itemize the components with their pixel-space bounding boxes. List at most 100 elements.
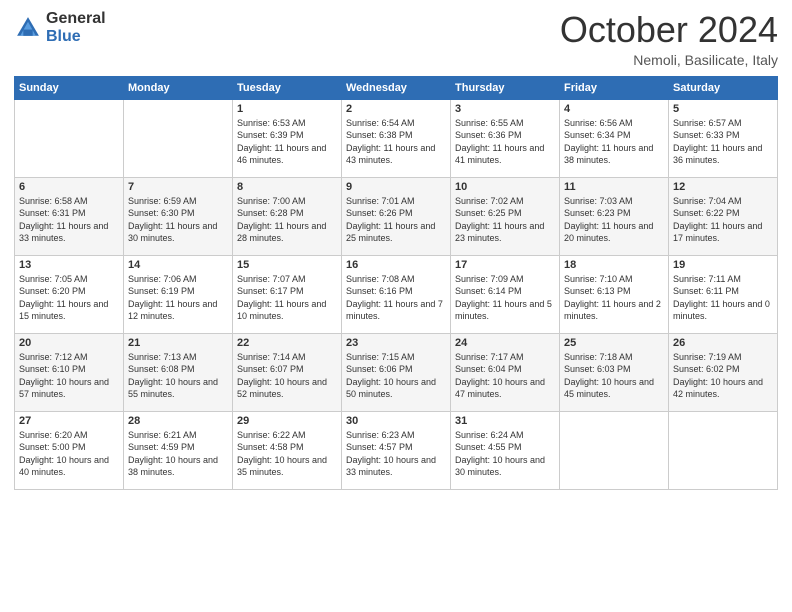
cell-content: Sunrise: 7:08 AMSunset: 6:16 PMDaylight:…: [346, 273, 446, 323]
cell-content: Sunrise: 7:15 AMSunset: 6:06 PMDaylight:…: [346, 351, 446, 401]
logo-general: General: [46, 10, 106, 28]
cell-2-4: 17 Sunrise: 7:09 AMSunset: 6:14 PMDayligh…: [451, 255, 560, 333]
cell-content: Sunrise: 7:00 AMSunset: 6:28 PMDaylight:…: [237, 195, 337, 245]
cell-0-5: 4 Sunrise: 6:56 AMSunset: 6:34 PMDaylight…: [560, 99, 669, 177]
cell-content: Sunrise: 6:57 AMSunset: 6:33 PMDaylight:…: [673, 117, 773, 167]
cell-0-4: 3 Sunrise: 6:55 AMSunset: 6:36 PMDaylight…: [451, 99, 560, 177]
cell-4-3: 30 Sunrise: 6:23 AMSunset: 4:57 PMDayligh…: [342, 411, 451, 489]
cell-2-0: 13 Sunrise: 7:05 AMSunset: 6:20 PMDayligh…: [15, 255, 124, 333]
col-saturday: Saturday: [669, 76, 778, 99]
cell-2-6: 19 Sunrise: 7:11 AMSunset: 6:11 PMDayligh…: [669, 255, 778, 333]
cell-content: Sunrise: 6:24 AMSunset: 4:55 PMDaylight:…: [455, 429, 555, 479]
day-number: 24: [455, 337, 555, 349]
cell-content: Sunrise: 6:20 AMSunset: 5:00 PMDaylight:…: [19, 429, 119, 479]
day-number: 6: [19, 181, 119, 193]
col-wednesday: Wednesday: [342, 76, 451, 99]
calendar-header: Sunday Monday Tuesday Wednesday Thursday…: [15, 76, 778, 99]
calendar-body: 1 Sunrise: 6:53 AMSunset: 6:39 PMDaylight…: [15, 99, 778, 489]
logo-text: General Blue: [46, 10, 106, 45]
day-number: 3: [455, 103, 555, 115]
col-sunday: Sunday: [15, 76, 124, 99]
day-number: 2: [346, 103, 446, 115]
cell-content: Sunrise: 7:09 AMSunset: 6:14 PMDaylight:…: [455, 273, 555, 323]
day-number: 26: [673, 337, 773, 349]
cell-content: Sunrise: 7:04 AMSunset: 6:22 PMDaylight:…: [673, 195, 773, 245]
week-row-1: 6Sunrise: 6:58 AMSunset: 6:31 PMDaylight…: [15, 177, 778, 255]
cell-content: Sunrise: 7:10 AMSunset: 6:13 PMDaylight:…: [564, 273, 664, 323]
day-number: 22: [237, 337, 337, 349]
cell-content: Sunrise: 6:53 AMSunset: 6:39 PMDaylight:…: [237, 117, 337, 167]
cell-content: Sunrise: 6:56 AMSunset: 6:34 PMDaylight:…: [564, 117, 664, 167]
title-month: October 2024: [560, 10, 778, 50]
header: General Blue October 2024 Nemoli, Basili…: [14, 10, 778, 68]
title-block: October 2024 Nemoli, Basilicate, Italy: [560, 10, 778, 68]
cell-4-2: 29 Sunrise: 6:22 AMSunset: 4:58 PMDayligh…: [233, 411, 342, 489]
day-number: 5: [673, 103, 773, 115]
day-number: 15: [237, 259, 337, 271]
cell-4-5: [560, 411, 669, 489]
cell-1-2: 8 Sunrise: 7:00 AMSunset: 6:28 PMDaylight…: [233, 177, 342, 255]
cell-3-0: 20 Sunrise: 7:12 AMSunset: 6:10 PMDayligh…: [15, 333, 124, 411]
cell-content: Sunrise: 6:55 AMSunset: 6:36 PMDaylight:…: [455, 117, 555, 167]
cell-3-1: 21Sunrise: 7:13 AMSunset: 6:08 PMDayligh…: [124, 333, 233, 411]
cell-3-2: 22 Sunrise: 7:14 AMSunset: 6:07 PMDayligh…: [233, 333, 342, 411]
cell-content: Sunrise: 6:23 AMSunset: 4:57 PMDaylight:…: [346, 429, 446, 479]
cell-2-5: 18 Sunrise: 7:10 AMSunset: 6:13 PMDayligh…: [560, 255, 669, 333]
cell-2-3: 16 Sunrise: 7:08 AMSunset: 6:16 PMDayligh…: [342, 255, 451, 333]
day-number: 17: [455, 259, 555, 271]
day-number: 18: [564, 259, 664, 271]
cell-1-5: 11 Sunrise: 7:03 AMSunset: 6:23 PMDayligh…: [560, 177, 669, 255]
day-number: 1: [237, 103, 337, 115]
cell-0-6: 5 Sunrise: 6:57 AMSunset: 6:33 PMDaylight…: [669, 99, 778, 177]
week-row-2: 13 Sunrise: 7:05 AMSunset: 6:20 PMDayligh…: [15, 255, 778, 333]
cell-content: Sunrise: 7:02 AMSunset: 6:25 PMDaylight:…: [455, 195, 555, 245]
day-number: 9: [346, 181, 446, 193]
title-location: Nemoli, Basilicate, Italy: [560, 52, 778, 68]
day-number: 31: [455, 415, 555, 427]
day-number: 27: [19, 415, 119, 427]
cell-1-1: 7Sunrise: 6:59 AMSunset: 6:30 PMDaylight…: [124, 177, 233, 255]
cell-content: Sunrise: 7:03 AMSunset: 6:23 PMDaylight:…: [564, 195, 664, 245]
day-number: 7: [128, 181, 228, 193]
col-thursday: Thursday: [451, 76, 560, 99]
cell-2-2: 15Sunrise: 7:07 AMSunset: 6:17 PMDayligh…: [233, 255, 342, 333]
day-number: 29: [237, 415, 337, 427]
cell-content: Sunrise: 7:18 AMSunset: 6:03 PMDaylight:…: [564, 351, 664, 401]
day-number: 8: [237, 181, 337, 193]
cell-content: Sunrise: 7:06 AMSunset: 6:19 PMDaylight:…: [128, 273, 228, 323]
cell-4-4: 31 Sunrise: 6:24 AMSunset: 4:55 PMDayligh…: [451, 411, 560, 489]
day-number: 21: [128, 337, 228, 349]
week-row-0: 1 Sunrise: 6:53 AMSunset: 6:39 PMDaylight…: [15, 99, 778, 177]
day-number: 30: [346, 415, 446, 427]
day-number: 4: [564, 103, 664, 115]
cell-content: Sunrise: 7:11 AMSunset: 6:11 PMDaylight:…: [673, 273, 773, 323]
day-number: 16: [346, 259, 446, 271]
header-row: Sunday Monday Tuesday Wednesday Thursday…: [15, 76, 778, 99]
page: General Blue October 2024 Nemoli, Basili…: [0, 0, 792, 612]
cell-0-2: 1 Sunrise: 6:53 AMSunset: 6:39 PMDaylight…: [233, 99, 342, 177]
cell-content: Sunrise: 7:14 AMSunset: 6:07 PMDaylight:…: [237, 351, 337, 401]
cell-content: Sunrise: 7:12 AMSunset: 6:10 PMDaylight:…: [19, 351, 119, 401]
day-number: 28: [128, 415, 228, 427]
cell-4-1: 28Sunrise: 6:21 AMSunset: 4:59 PMDayligh…: [124, 411, 233, 489]
calendar-table: Sunday Monday Tuesday Wednesday Thursday…: [14, 76, 778, 490]
cell-0-3: 2Sunrise: 6:54 AMSunset: 6:38 PMDaylight…: [342, 99, 451, 177]
week-row-4: 27 Sunrise: 6:20 AMSunset: 5:00 PMDayligh…: [15, 411, 778, 489]
cell-1-4: 10Sunrise: 7:02 AMSunset: 6:25 PMDayligh…: [451, 177, 560, 255]
week-row-3: 20 Sunrise: 7:12 AMSunset: 6:10 PMDayligh…: [15, 333, 778, 411]
col-tuesday: Tuesday: [233, 76, 342, 99]
cell-1-0: 6Sunrise: 6:58 AMSunset: 6:31 PMDaylight…: [15, 177, 124, 255]
cell-3-6: 26Sunrise: 7:19 AMSunset: 6:02 PMDayligh…: [669, 333, 778, 411]
cell-2-1: 14Sunrise: 7:06 AMSunset: 6:19 PMDayligh…: [124, 255, 233, 333]
cell-content: Sunrise: 7:01 AMSunset: 6:26 PMDaylight:…: [346, 195, 446, 245]
cell-1-3: 9 Sunrise: 7:01 AMSunset: 6:26 PMDaylight…: [342, 177, 451, 255]
cell-content: Sunrise: 7:05 AMSunset: 6:20 PMDaylight:…: [19, 273, 119, 323]
cell-content: Sunrise: 6:22 AMSunset: 4:58 PMDaylight:…: [237, 429, 337, 479]
day-number: 20: [19, 337, 119, 349]
day-number: 19: [673, 259, 773, 271]
day-number: 13: [19, 259, 119, 271]
col-friday: Friday: [560, 76, 669, 99]
day-number: 11: [564, 181, 664, 193]
logo-icon: [14, 14, 42, 42]
cell-0-1: [124, 99, 233, 177]
